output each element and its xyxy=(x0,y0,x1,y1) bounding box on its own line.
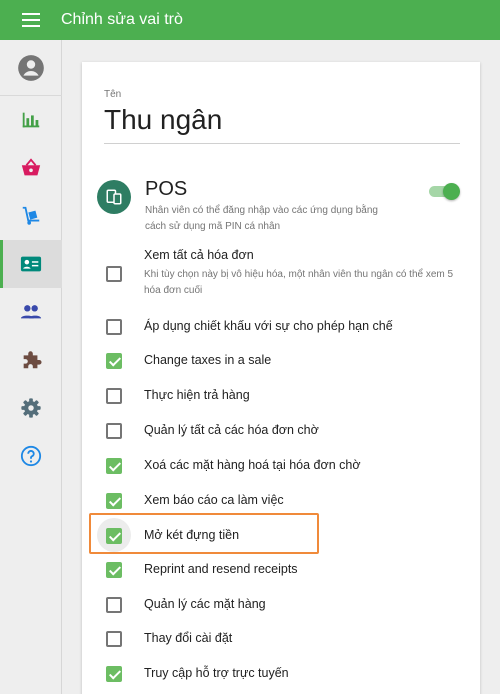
permission-checkbox[interactable] xyxy=(106,319,122,335)
menu-button[interactable] xyxy=(0,0,62,40)
permission-checkbox[interactable] xyxy=(106,597,122,613)
permission-label: Change taxes in a sale xyxy=(144,353,272,367)
permission-label: Xem báo cáo ca làm việc xyxy=(144,493,284,507)
puzzle-icon xyxy=(23,351,42,369)
permission-checkbox[interactable] xyxy=(106,388,122,404)
permission-checkbox[interactable] xyxy=(106,631,122,647)
sidebar xyxy=(0,40,62,694)
pos-devices-icon xyxy=(106,189,122,205)
permission-label: Reprint and resend receipts xyxy=(144,562,298,576)
permission-checkbox[interactable] xyxy=(106,266,122,282)
permission-description: Khi tùy chọn này bị vô hiệu hóa, một nhâ… xyxy=(144,269,454,296)
sidebar-item-integrations[interactable] xyxy=(0,336,62,384)
permission-label: Xem tất cả hóa đơn xyxy=(144,248,254,262)
sidebar-item-reports[interactable] xyxy=(0,96,62,144)
permission-checkbox[interactable] xyxy=(106,423,122,439)
permission-checkbox[interactable] xyxy=(106,666,122,682)
permission-label: Truy cập hỗ trợ trực tuyến xyxy=(144,666,289,680)
sidebar-item-settings[interactable] xyxy=(0,384,62,432)
app-bar: Chỉnh sửa vai trò xyxy=(0,0,500,40)
permission-label: Quản lý các mặt hàng xyxy=(144,597,266,611)
pos-description: Nhân viên có thể đăng nhập vào các ứng d… xyxy=(145,205,378,232)
permission-label: Quản lý tất cả các hóa đơn chờ xyxy=(144,423,319,437)
sidebar-item-customers[interactable] xyxy=(0,288,62,336)
bar-chart-icon xyxy=(22,112,40,128)
sidebar-item-inventory[interactable] xyxy=(0,192,62,240)
sidebar-item-employees[interactable] xyxy=(0,240,62,288)
hand-truck-icon xyxy=(22,206,40,225)
permission-checkbox[interactable] xyxy=(106,458,122,474)
permission-checkbox[interactable] xyxy=(106,562,122,578)
badge-card-icon xyxy=(20,256,42,272)
pos-icon-badge xyxy=(97,180,131,214)
name-field[interactable]: Thu ngân xyxy=(104,104,222,136)
page-title: Chỉnh sửa vai trò xyxy=(61,11,183,28)
permission-checkbox[interactable] xyxy=(106,493,122,509)
name-field-underline xyxy=(104,143,460,144)
permission-label: Thay đổi cài đặt xyxy=(144,631,233,645)
sidebar-item-help[interactable] xyxy=(0,432,62,480)
pos-toggle[interactable] xyxy=(429,183,460,201)
toggle-thumb xyxy=(443,183,460,200)
name-field-label: Tên xyxy=(104,89,122,100)
basket-icon xyxy=(21,158,41,176)
permission-checkbox[interactable] xyxy=(106,353,122,369)
pos-title: POS xyxy=(145,178,188,200)
people-icon xyxy=(20,305,42,319)
sidebar-item-account[interactable] xyxy=(0,40,62,96)
permission-checkbox-focused[interactable] xyxy=(106,528,122,544)
gear-icon xyxy=(21,398,41,418)
permission-label: Thực hiện trả hàng xyxy=(144,388,250,402)
hamburger-menu-icon xyxy=(22,13,40,27)
account-circle-icon xyxy=(18,54,44,81)
permission-label: Áp dụng chiết khấu với sự cho phép hạn c… xyxy=(144,319,393,333)
sidebar-item-items[interactable] xyxy=(0,144,62,192)
permission-label: Xoá các mặt hàng hoá tại hóa đơn chờ xyxy=(144,458,361,472)
help-circle-icon xyxy=(20,445,42,467)
role-edit-card: Tên Thu ngân POS Nhân viên có thể đăng n… xyxy=(82,62,480,694)
